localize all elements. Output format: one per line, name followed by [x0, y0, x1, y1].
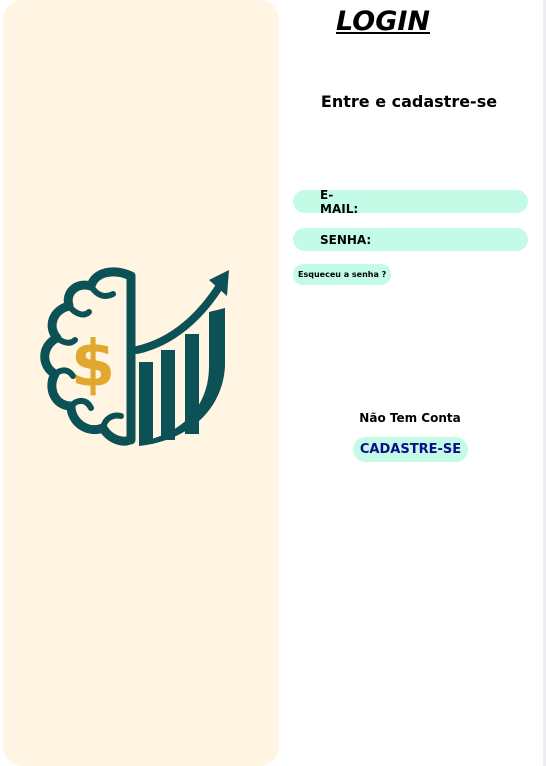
password-field[interactable]: SENHA:: [293, 228, 533, 251]
no-account-text: Não Tem Conta: [359, 411, 461, 425]
forgot-password-link[interactable]: Esqueceu a senha ?: [293, 264, 392, 285]
login-page: $ LOGIN Entre e cadastre-se E-MAIL: SENH…: [0, 0, 546, 766]
branding-panel: $: [3, 0, 279, 766]
svg-text:$: $: [71, 328, 116, 402]
signup-button[interactable]: CADASTRE-SE: [353, 437, 468, 462]
page-subtitle: Entre e cadastre-se: [320, 92, 498, 111]
email-input[interactable]: [367, 190, 528, 213]
email-field[interactable]: E-MAIL:: [293, 187, 528, 216]
password-input[interactable]: [371, 228, 533, 251]
email-label: E-MAIL:: [320, 187, 359, 216]
page-title: LOGIN: [336, 6, 430, 37]
brain-dollar-growth-chart-icon: $: [33, 266, 233, 452]
password-label: SENHA:: [320, 232, 372, 247]
